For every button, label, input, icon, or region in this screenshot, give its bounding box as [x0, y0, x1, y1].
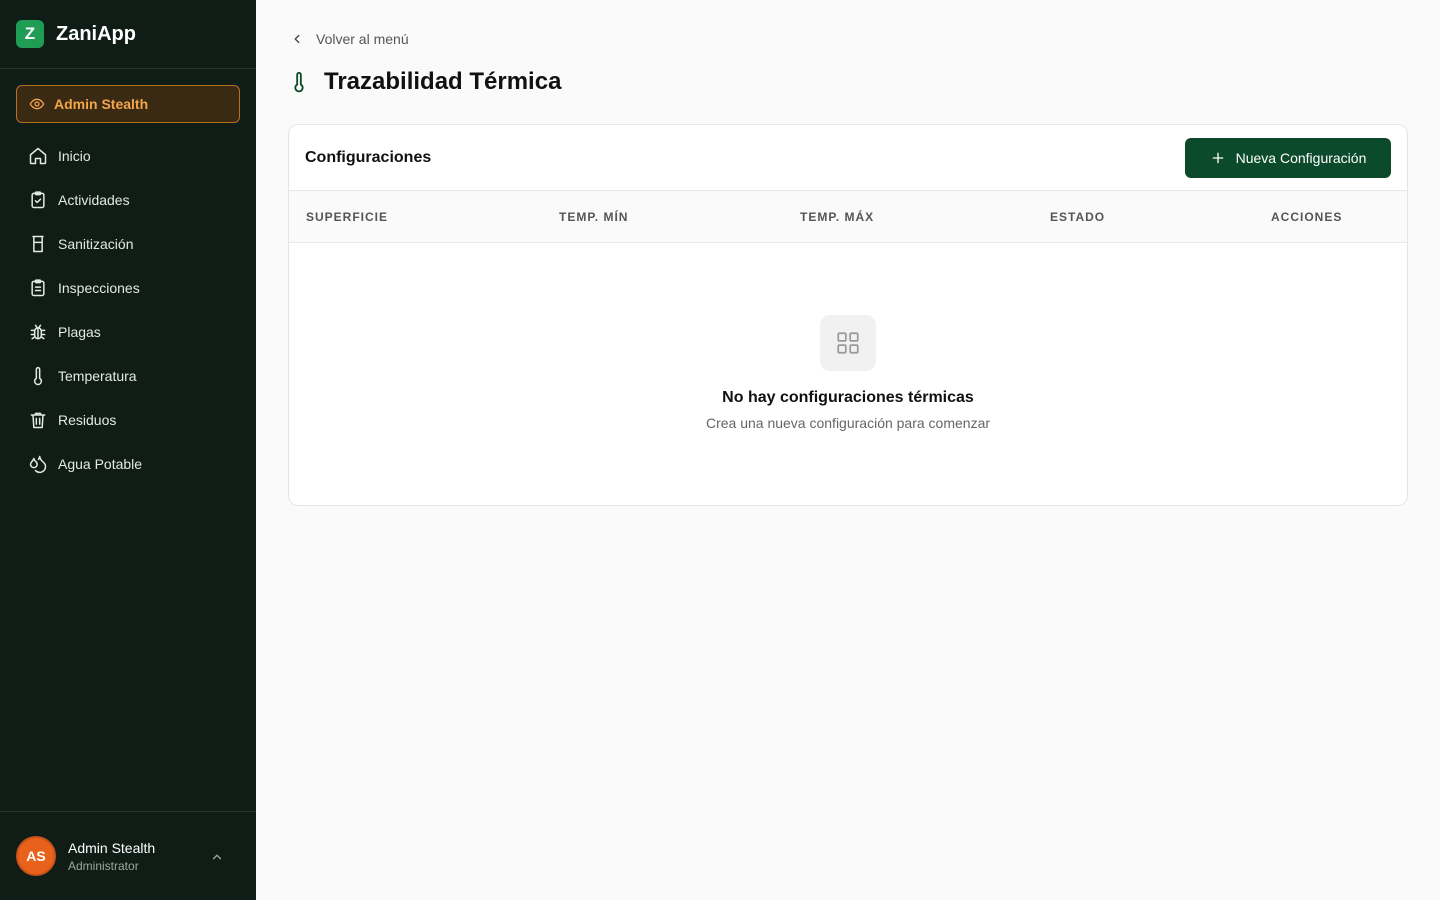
sidebar-item-inspecciones[interactable]: Inspecciones	[16, 266, 240, 310]
new-configuration-button[interactable]: Nueva Configuración	[1185, 137, 1391, 178]
sidebar-item-label: Inspecciones	[58, 280, 140, 296]
droplets-icon	[29, 455, 47, 474]
brand-name: ZaniApp	[56, 22, 136, 45]
sidebar-item-label: Actividades	[58, 192, 130, 208]
empty-state-subtitle: Crea una nueva configuración para comenz…	[705, 415, 991, 431]
thermometer-icon	[33, 366, 43, 386]
column-header-acciones[interactable]: ACCIONES	[1271, 210, 1342, 224]
sidebar-item-label: Plagas	[58, 324, 101, 340]
card-header: Configuraciones Nueva Configuración	[289, 125, 1407, 191]
sidebar-item-actividades[interactable]: Actividades	[16, 178, 240, 222]
column-header-temp-max[interactable]: TEMP. MÁX	[800, 210, 874, 224]
sidebar-item-label: Sanitización	[58, 236, 134, 252]
configurations-card: Configuraciones Nueva Configuración SUPE…	[288, 124, 1408, 506]
sidebar-item-label: Inicio	[58, 148, 91, 164]
sidebar: Z ZaniApp Admin Stealth Inicio Actividad…	[0, 0, 256, 900]
plus-icon	[1212, 152, 1223, 163]
admin-stealth-label: Admin Stealth	[54, 96, 149, 112]
eye-icon	[29, 98, 45, 110]
chevron-up-icon[interactable]	[210, 850, 224, 864]
chevron-left-icon	[294, 34, 300, 44]
user-role: Administrator	[68, 858, 139, 873]
user-name: Admin Stealth	[68, 839, 156, 856]
glass-icon	[32, 235, 44, 253]
clipboard-list-icon	[31, 279, 45, 297]
new-configuration-label: Nueva Configuración	[1235, 149, 1367, 166]
brand[interactable]: Z ZaniApp	[0, 0, 256, 69]
column-header-superficie[interactable]: SUPERFICIE	[306, 210, 388, 224]
sidebar-item-agua-potable[interactable]: Agua Potable	[16, 442, 240, 486]
sidebar-item-residuos[interactable]: Residuos	[16, 398, 240, 442]
sidebar-nav: Inicio Actividades Sanitización Inspecci…	[16, 134, 240, 486]
table-header: SUPERFICIE TEMP. MÍN TEMP. MÁX ESTADO AC…	[289, 191, 1407, 243]
sidebar-item-label: Residuos	[58, 412, 117, 428]
empty-state: No hay configuraciones térmicas Crea una…	[289, 243, 1407, 431]
column-header-temp-min[interactable]: TEMP. MÍN	[559, 210, 628, 224]
page-header: Trazabilidad Térmica	[288, 68, 561, 96]
avatar: AS	[16, 836, 56, 876]
sidebar-item-sanitizacion[interactable]: Sanitización	[16, 222, 240, 266]
sidebar-item-label: Agua Potable	[58, 456, 143, 472]
bug-icon	[30, 324, 46, 340]
trash-icon	[30, 412, 46, 429]
sidebar-item-label: Temperatura	[58, 368, 137, 384]
clipboard-check-icon	[31, 191, 45, 209]
card-title: Configuraciones	[305, 148, 432, 166]
page-title: Trazabilidad Térmica	[324, 68, 562, 95]
user-menu[interactable]: AS Admin Stealth Administrator	[0, 811, 256, 900]
sidebar-item-inicio[interactable]: Inicio	[16, 134, 240, 178]
back-link-label: Volver al menú	[316, 31, 409, 47]
home-icon	[29, 147, 47, 165]
back-to-menu-link[interactable]: Volver al menú	[290, 31, 409, 47]
column-header-estado[interactable]: ESTADO	[1050, 210, 1105, 224]
grid-icon	[820, 315, 876, 371]
sidebar-item-plagas[interactable]: Plagas	[16, 310, 240, 354]
admin-stealth-badge[interactable]: Admin Stealth	[16, 85, 240, 123]
empty-state-title: No hay configuraciones térmicas	[722, 389, 974, 406]
brand-logo: Z	[16, 20, 44, 48]
user-info: Admin Stealth Administrator	[68, 840, 155, 873]
sidebar-item-temperatura[interactable]: Temperatura	[16, 354, 240, 398]
thermometer-icon	[294, 71, 304, 93]
